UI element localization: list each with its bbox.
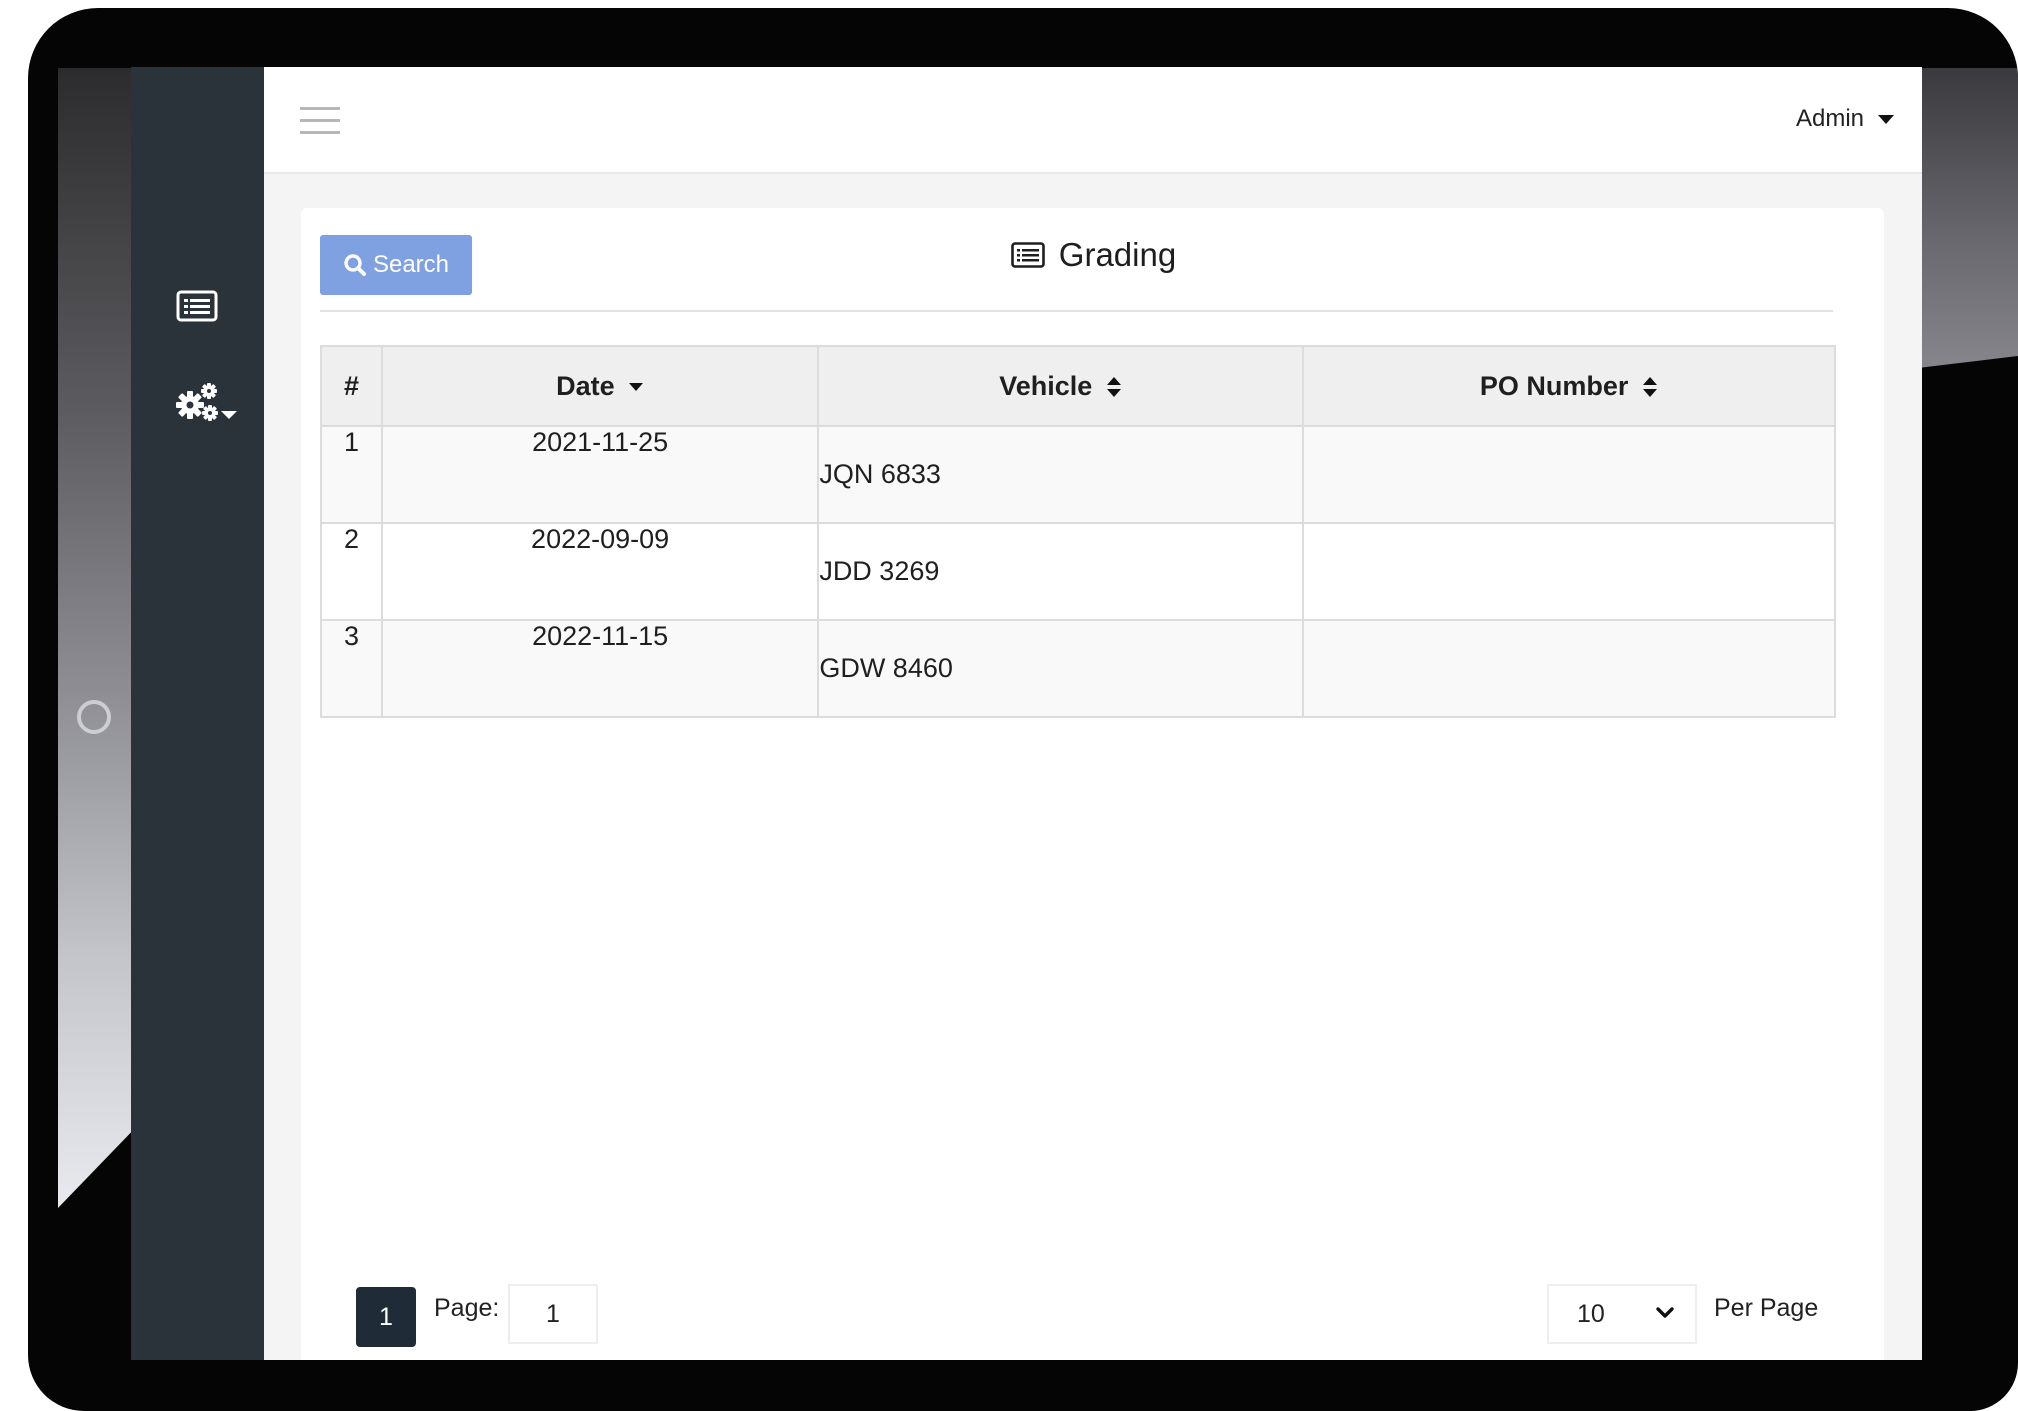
list-icon [176,290,218,322]
column-header-vehicle[interactable]: Vehicle [817,345,1304,427]
user-menu-label: Admin [1795,105,1864,132]
sidebar-item-settings[interactable] [167,372,227,432]
chevron-down-icon [1656,1307,1674,1318]
row-date: 2021-11-25 [380,425,820,524]
row-vehicle: JDD 3269 [817,522,1304,621]
page-title-text: Grading [1058,236,1177,273]
grading-table: # Date Vehicle PO Number 1 2021-11-25 JQ… [320,345,1837,718]
row-date: 2022-11-15 [380,619,820,718]
column-header-date[interactable]: Date [380,345,820,427]
table-row[interactable]: 2 2022-09-09 JDD 3269 [320,522,1837,621]
sort-desc-icon [629,383,644,392]
caret-down-icon [1878,114,1894,124]
sidebar [131,67,264,1360]
column-header-po-number[interactable]: PO Number [1301,345,1837,427]
row-number: 1 [320,425,383,524]
column-header-number[interactable]: # [320,345,383,427]
top-navbar: Admin [264,67,1922,174]
table-row[interactable]: 1 2021-11-25 JQN 6833 [320,425,1837,524]
row-po-number [1301,619,1837,718]
sort-icon [1106,377,1121,398]
divider [320,310,1833,312]
list-alt-icon [1010,242,1045,268]
menu-toggle-icon[interactable] [300,107,340,135]
page-button-1[interactable]: 1 [356,1287,416,1347]
sort-icon [1642,377,1657,398]
page-number-input[interactable] [508,1284,598,1344]
table-header-row: # Date Vehicle PO Number [320,345,1837,427]
page-label: Page: [434,1294,500,1322]
settings-dropdown-caret-icon[interactable] [221,411,237,419]
per-page-label: Per Page [1714,1294,1819,1322]
row-vehicle: GDW 8460 [817,619,1304,718]
table-row[interactable]: 3 2022-11-15 GDW 8460 [320,619,1837,718]
row-number: 2 [320,522,383,621]
app-screen: Admin Search Grading # Date Vehicle PO N… [131,67,1922,1360]
grading-card: Search Grading # Date Vehicle PO Number … [301,208,1884,1360]
page-title: Grading [301,236,1884,274]
gears-icon [176,383,218,421]
sidebar-item-list[interactable] [167,276,227,336]
device-camera-ring [77,700,111,734]
row-number: 3 [320,619,383,718]
row-date: 2022-09-09 [380,522,820,621]
row-po-number [1301,522,1837,621]
row-vehicle: JQN 6833 [817,425,1304,524]
user-menu[interactable]: Admin [1796,105,1894,133]
per-page-select[interactable]: 10 [1547,1284,1697,1344]
row-po-number [1301,425,1837,524]
per-page-value: 10 [1577,1299,1605,1328]
